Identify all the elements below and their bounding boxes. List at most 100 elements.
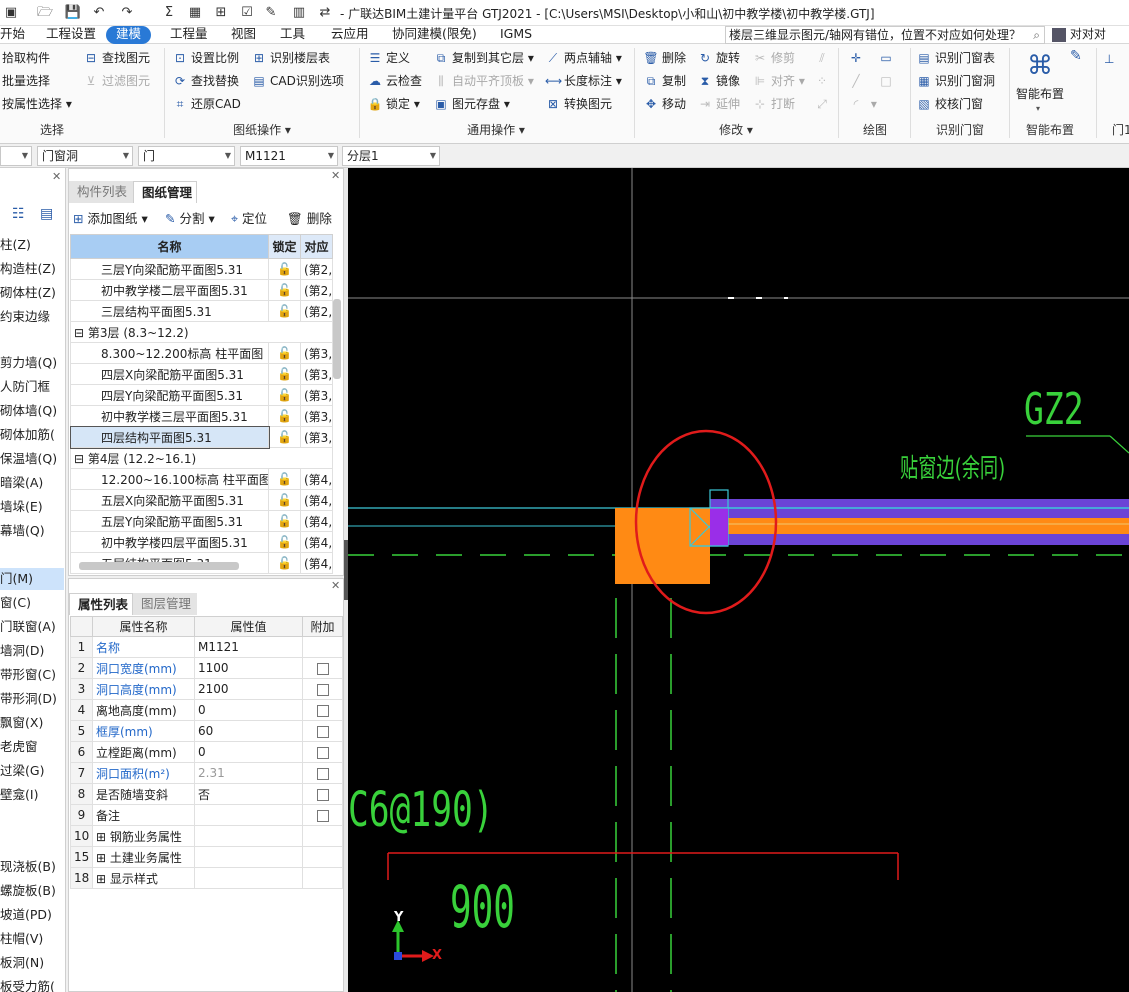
menu-modeling[interactable]: 建模 [106, 26, 152, 44]
close-icon[interactable]: ✕ [52, 170, 61, 183]
lock-icon[interactable]: 🔓 [268, 531, 301, 553]
property-row[interactable]: 8 是否随墙变斜 否 [70, 783, 343, 805]
menu-collab[interactable]: 协同建模(限免) [392, 26, 477, 44]
table-row[interactable]: 四层结构平面图5.31 🔓 (第3, [69, 425, 333, 449]
property-value[interactable]: 1100 [194, 657, 303, 679]
offset-button[interactable]: ⫽ [814, 48, 833, 68]
extra-checkbox[interactable] [316, 662, 329, 675]
nav-item[interactable]: 剪力墙(Q) [0, 352, 64, 374]
lock-icon[interactable]: 🔓 [268, 384, 301, 406]
component-select[interactable]: M1121 ▼ [240, 146, 338, 166]
column-icon[interactable]: ▥ [290, 4, 308, 22]
nav-item[interactable]: 构造柱(Z) [0, 258, 64, 280]
two-point-axis-button[interactable]: ⟋ 两点辅轴 ▾ [545, 48, 622, 68]
align-button[interactable]: ⊫ 对齐 ▾ [752, 71, 805, 91]
nav-item[interactable]: 暗梁(A) [0, 472, 64, 494]
nav-item[interactable]: 老虎窗 [0, 736, 64, 758]
drawing-name[interactable]: 三层结构平面图5.31 [70, 300, 269, 322]
table-row[interactable]: 8.300~12.200标高 柱平面图 🔓 (第3, [70, 342, 333, 364]
lock-icon[interactable]: 🔓 [268, 426, 301, 448]
property-row[interactable]: 15 ⊞ 土建业务属性 [70, 846, 343, 868]
extra-checkbox[interactable] [316, 725, 329, 738]
identify-floor-table-button[interactable]: ⊞ 识别楼层表 [251, 48, 330, 68]
set-scale-button[interactable]: ⊡ 设置比例 [172, 48, 239, 68]
switch-icon[interactable]: ⇄ [316, 4, 334, 22]
category-select[interactable]: 门窗洞 ▼ [37, 146, 133, 166]
table-row[interactable]: 12.200~16.100标高 柱平面图 🔓 (第4, [70, 468, 333, 490]
convert-element-button[interactable]: ⊠ 转换图元 [545, 94, 612, 114]
table-row[interactable]: 五层X向梁配筋平面图5.31 🔓 (第4, [70, 489, 333, 511]
lock-icon[interactable]: 🔓 [268, 279, 301, 301]
check-door-button[interactable]: ▧ 校核门窗 [916, 94, 983, 114]
help-search-input[interactable]: 楼层三维显示图元/轴网有错位，位置不对应如何处理？ ⌕ [725, 26, 1045, 44]
table-row[interactable]: 四层X向梁配筋平面图5.31 🔓 (第3, [70, 363, 333, 385]
menu-view[interactable]: 视图 [231, 26, 256, 44]
property-value[interactable]: M1121 [194, 636, 303, 658]
property-value[interactable]: 否 [194, 783, 303, 805]
nav-item[interactable]: 墙垛(E) [0, 496, 64, 518]
extra-checkbox[interactable] [316, 704, 329, 717]
lock-icon[interactable]: 🔓 [268, 552, 301, 574]
report-icon[interactable]: ▦ [186, 4, 204, 22]
table-row[interactable]: 初中教学楼四层平面图5.31 🔓 (第4, [70, 531, 333, 553]
chevron-down-icon[interactable]: ▾ [1036, 104, 1040, 113]
property-value[interactable]: 60 [194, 720, 303, 742]
cad-options-button[interactable]: ▤ CAD识别选项 [251, 71, 344, 91]
group-row[interactable]: ⊟ 第3层 (8.3~12.2) [70, 321, 333, 343]
extra-checkbox[interactable] [316, 767, 329, 780]
property-value[interactable]: 2100 [194, 678, 303, 700]
nav-item[interactable]: 砌体墙(Q) [0, 400, 64, 422]
nav-item[interactable]: 坡道(PD) [0, 904, 64, 926]
detail-view-icon[interactable]: ▤ [40, 206, 53, 222]
property-value[interactable] [194, 804, 303, 826]
auto-flush-button[interactable]: ⫼ 自动平齐顶板 ▾ [433, 71, 534, 91]
menu-quantity[interactable]: 工程量 [170, 26, 208, 44]
nav-item[interactable]: 幕墙(Q) [0, 520, 64, 542]
nav-item[interactable]: 人防门框 [0, 376, 64, 398]
property-row[interactable]: 10 ⊞ 钢筋业务属性 [70, 825, 343, 847]
property-value[interactable] [194, 825, 303, 847]
extra-checkbox[interactable] [316, 809, 329, 822]
nav-item[interactable]: 飘窗(X) [0, 712, 64, 734]
filter-element-button[interactable]: ⊻ 过滤图元 [83, 71, 150, 91]
undo-icon[interactable]: ↶ [90, 4, 108, 22]
draw-line-button[interactable]: ╱ [848, 71, 867, 91]
expand-icon[interactable]: ⊞ [96, 872, 110, 886]
col-header-lock[interactable]: 锁定 [268, 234, 301, 259]
property-row[interactable]: 18 ⊞ 显示样式 [70, 867, 343, 889]
open-file-icon[interactable]: 🗁 [36, 4, 54, 22]
nav-item[interactable]: 过梁(G) [0, 760, 64, 782]
collapse-icon[interactable]: ⊟ [74, 326, 88, 340]
extra-checkbox[interactable] [316, 788, 329, 801]
nav-item[interactable]: 板受力筋( [0, 976, 64, 992]
copy-to-floor-button[interactable]: ⧉ 复制到其它层 ▾ [433, 48, 534, 68]
extend-button[interactable]: ⇥ 延伸 [697, 94, 740, 114]
group-label[interactable]: ⊟ 第4层 (12.2~16.1) [70, 447, 333, 469]
smart-edit-icon[interactable]: ✎ [1070, 48, 1082, 64]
col-header-ref[interactable]: 对应 [300, 234, 333, 259]
nav-item[interactable]: 板洞(N) [0, 952, 64, 974]
nav-item[interactable]: 约束边缘 [0, 306, 64, 328]
list-view-icon[interactable]: ☷ [12, 206, 25, 222]
arc-button[interactable]: ◜ ▾ [848, 94, 877, 114]
locate-button[interactable]: ⌖ 定位 [231, 209, 267, 229]
table-row[interactable]: 三层Y向梁配筋平面图5.31 🔓 (第2, [70, 258, 333, 280]
door-window-icon[interactable]: ⊥ [1104, 52, 1114, 66]
property-value[interactable] [194, 867, 303, 889]
drawing-name[interactable]: 四层X向梁配筋平面图5.31 [70, 363, 269, 385]
nav-item[interactable]: 带形窗(C) [0, 664, 64, 686]
mirror-button[interactable]: ⧗ 镜像 [697, 71, 740, 91]
point-button[interactable]: ✛ [848, 48, 867, 68]
drawing-name[interactable]: 四层结构平面图5.31 [69, 425, 270, 449]
smart-layout-button[interactable]: 智能布置 [1016, 84, 1064, 104]
trim-button[interactable]: ✂ 修剪 [752, 48, 795, 68]
nav-item[interactable]: 现浇板(B) [0, 856, 64, 878]
drawing-name[interactable]: 初中教学楼三层平面图5.31 [70, 405, 269, 427]
collapse-icon[interactable]: ⊟ [74, 452, 88, 466]
batch-select-button[interactable]: 批量选择 [2, 71, 50, 91]
nav-item[interactable]: 窗(C) [0, 592, 64, 614]
nav-item[interactable]: 门联窗(A) [0, 616, 64, 638]
group-label[interactable]: ⊟ 第3层 (8.3~12.2) [70, 321, 333, 343]
group-row[interactable]: ⊟ 第4层 (12.2~16.1) [70, 447, 333, 469]
rect-button[interactable]: □ [878, 71, 897, 91]
